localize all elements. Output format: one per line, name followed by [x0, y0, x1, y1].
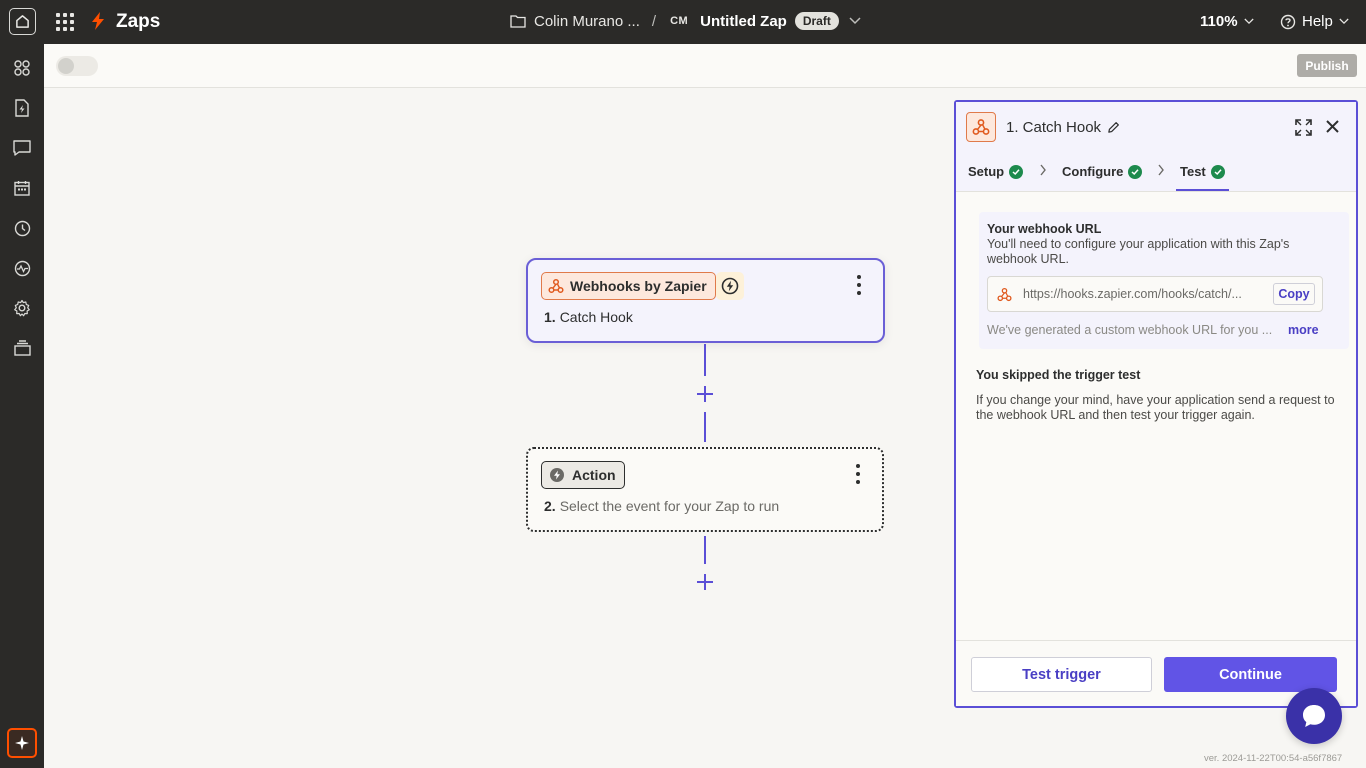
- tab-setup[interactable]: Setup: [968, 164, 1024, 179]
- webhook-icon: [966, 112, 996, 142]
- webhook-url-field[interactable]: https://hooks.zapier.com/hooks/catch/...…: [987, 276, 1323, 312]
- expand-icon[interactable]: [1295, 119, 1312, 136]
- step-number: 2.: [544, 498, 556, 514]
- trigger-app-label: Webhooks by Zapier: [570, 278, 707, 294]
- webhook-url-note: We've generated a custom webhook URL for…: [987, 323, 1273, 337]
- active-tab-indicator: [1176, 189, 1229, 191]
- check-circle-icon: [1210, 164, 1225, 179]
- webhook-url-value: https://hooks.zapier.com/hooks/catch/...: [1023, 287, 1242, 301]
- publish-button[interactable]: Publish: [1297, 54, 1357, 77]
- editor-toolbar: Publish: [44, 44, 1366, 88]
- tab-label: Test: [1180, 164, 1206, 179]
- close-icon[interactable]: [1325, 119, 1340, 134]
- trigger-step-title: 1. Catch Hook: [544, 309, 633, 325]
- chevron-right-icon: [1040, 164, 1046, 176]
- webhook-url-title: Your webhook URL: [987, 222, 1102, 236]
- action-app-label: Action: [572, 467, 616, 483]
- version-label: ver. 2024-11-22T00:54-a56f7867: [1204, 753, 1343, 764]
- panel-title-text: 1. Catch Hook: [1006, 119, 1102, 136]
- home-icon: [16, 15, 29, 28]
- zapier-bolt-icon: [92, 12, 104, 30]
- copy-button[interactable]: Copy: [1273, 283, 1315, 305]
- instant-trigger-badge: [716, 272, 744, 300]
- breadcrumb-separator: /: [651, 12, 657, 30]
- check-circle-icon: [1128, 164, 1143, 179]
- left-sidebar: [0, 44, 44, 768]
- app-name[interactable]: Zaps: [116, 11, 160, 33]
- step-title: Catch Hook: [559, 309, 633, 325]
- help-dropdown[interactable]: Help: [1280, 13, 1349, 30]
- action-step-title: 2. Select the event for your Zap to run: [544, 498, 779, 514]
- more-options-icon[interactable]: [856, 275, 862, 295]
- main-area: Publish Webhooks by Zapier 1. Catch Hook …: [44, 44, 1366, 768]
- panel-title[interactable]: 1. Catch Hook: [1006, 119, 1120, 136]
- chevron-down-icon[interactable]: [849, 17, 861, 25]
- webhook-icon: [548, 278, 564, 294]
- zap-file-icon[interactable]: [12, 98, 32, 118]
- trigger-app-chip[interactable]: Webhooks by Zapier: [541, 272, 716, 300]
- chevron-right-icon: [1158, 164, 1164, 176]
- chevron-down-icon: [1243, 18, 1254, 25]
- panel-tabs: Setup Configure Test: [956, 152, 1356, 192]
- bolt-circle-icon: [721, 277, 739, 295]
- owner-avatar: CM: [670, 15, 689, 27]
- top-bar: Zaps Colin Murano ... / CM Untitled Zap …: [0, 0, 1366, 44]
- connector-line: [704, 412, 706, 442]
- zoom-level: 110%: [1200, 13, 1238, 30]
- skipped-test-description: If you change your mind, have your appli…: [976, 393, 1335, 422]
- settings-icon[interactable]: [12, 298, 32, 318]
- webhook-icon: [997, 287, 1012, 302]
- step-number: 1.: [544, 309, 556, 325]
- add-step-plus-icon[interactable]: [696, 573, 714, 591]
- chat-bubble-icon: [1303, 705, 1325, 727]
- app-switcher-icon[interactable]: [56, 13, 74, 31]
- webhook-url-section: Your webhook URL You'll need to configur…: [979, 212, 1349, 349]
- support-chat-button[interactable]: [1286, 688, 1342, 744]
- history-icon[interactable]: [12, 218, 32, 238]
- action-app-chip[interactable]: Action: [541, 461, 625, 489]
- sparkle-icon: [15, 736, 29, 750]
- home-button[interactable]: [9, 8, 36, 35]
- folder-name[interactable]: Colin Murano ...: [534, 13, 640, 30]
- tab-test[interactable]: Test: [1180, 164, 1225, 179]
- connector-line: [704, 344, 706, 376]
- breadcrumb: Colin Murano ... / CM Untitled Zap Draft: [510, 12, 861, 30]
- more-link[interactable]: more: [1288, 323, 1319, 337]
- continue-button[interactable]: Continue: [1164, 657, 1337, 692]
- status-badge: Draft: [794, 12, 839, 30]
- zoom-dropdown[interactable]: 110%: [1200, 13, 1254, 30]
- zap-name[interactable]: Untitled Zap: [700, 13, 787, 30]
- tab-label: Setup: [968, 164, 1005, 179]
- calendar-icon[interactable]: [12, 178, 32, 198]
- webhook-url-description: You'll need to configure your applicatio…: [987, 237, 1290, 266]
- help-icon: [1280, 14, 1296, 29]
- tab-label: Configure: [1062, 164, 1124, 179]
- layers-icon[interactable]: [12, 338, 32, 358]
- skipped-test-title: You skipped the trigger test: [976, 368, 1141, 382]
- ai-assistant-button[interactable]: [7, 728, 37, 758]
- add-step-plus-icon[interactable]: [696, 385, 714, 403]
- bolt-circle-icon: [550, 468, 564, 482]
- trigger-step-card[interactable]: Webhooks by Zapier 1. Catch Hook: [526, 258, 885, 343]
- apps-icon[interactable]: [12, 58, 32, 78]
- folder-icon: [510, 14, 526, 28]
- tab-configure[interactable]: Configure: [1062, 164, 1143, 179]
- activity-icon[interactable]: [12, 258, 32, 278]
- pencil-icon[interactable]: [1107, 121, 1120, 134]
- step-detail-panel: 1. Catch Hook Setup Configure Test Your …: [954, 100, 1358, 708]
- more-options-icon[interactable]: [855, 464, 861, 484]
- test-trigger-button[interactable]: Test trigger: [971, 657, 1152, 692]
- connector-line: [704, 536, 706, 564]
- chat-icon[interactable]: [12, 138, 32, 158]
- help-label: Help: [1302, 13, 1333, 30]
- check-circle-icon: [1009, 164, 1024, 179]
- action-step-card[interactable]: Action 2. Select the event for your Zap t…: [526, 447, 884, 532]
- panel-header: 1. Catch Hook: [956, 102, 1356, 152]
- zap-on-off-toggle[interactable]: [56, 56, 98, 76]
- chevron-down-icon: [1339, 18, 1349, 25]
- step-title: Select the event for your Zap to run: [559, 498, 780, 514]
